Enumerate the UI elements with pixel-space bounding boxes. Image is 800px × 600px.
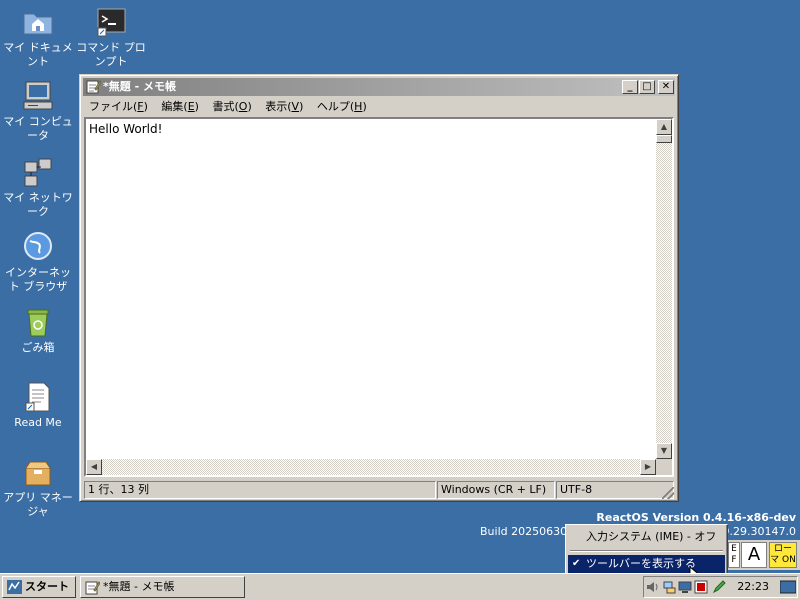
desktop-icon-recycle-bin[interactable]: ごみ箱 <box>0 306 76 355</box>
version-line-2-left: Build 20250630-0 <box>480 525 579 538</box>
start-label: スタート <box>25 580 69 593</box>
desktop-icon-my-computer[interactable]: マイ コンピュータ <box>0 80 76 143</box>
vertical-scrollbar[interactable]: ▲ ▼ <box>656 119 672 459</box>
status-bar: 1 行、13 列 Windows (CR + LF) UTF-8 <box>84 481 674 499</box>
desktop-icon-my-network[interactable]: マイ ネットワーク <box>0 156 76 219</box>
taskbar-item-label: *無題 - メモ帳 <box>103 580 175 593</box>
vertical-scroll-thumb[interactable] <box>656 135 672 143</box>
pen-icon[interactable] <box>712 580 726 594</box>
window-title: *無題 - メモ帳 <box>103 80 176 93</box>
my-computer-icon <box>22 80 54 112</box>
readme-document-icon <box>22 381 54 413</box>
ef-mode-button[interactable]: E F <box>728 542 740 568</box>
menu-format-accel: O <box>238 100 248 113</box>
desktop-icon-command-prompt[interactable]: コマンド プロンプト <box>73 6 149 69</box>
network-status-icon[interactable] <box>662 580 676 594</box>
desktop-icon-label: アプリ マネージャ <box>3 491 73 518</box>
minimize-icon: _ <box>627 81 633 92</box>
menu-edit-accel: E <box>187 100 195 113</box>
version-line-2-right: 9.29.30147.0 <box>722 525 796 538</box>
desktop-icon-label: マイ ネットワーク <box>3 191 73 218</box>
romaji-on-label: ローマ ON <box>770 544 796 565</box>
text-editor[interactable]: Hello World! ▲ ▼ ◀ ▶ <box>84 117 674 477</box>
menu-view[interactable]: 表示(V) <box>259 97 307 116</box>
scroll-down-button[interactable]: ▼ <box>656 443 672 459</box>
menu-help[interactable]: ヘルプ(H) <box>311 97 371 116</box>
status-encoding: UTF-8 <box>556 481 674 499</box>
version-line-1: ReactOS Version 0.4.16-x86-dev <box>596 511 796 524</box>
status-cursor-position: 1 行、13 列 <box>84 481 436 499</box>
recycle-bin-icon <box>22 306 54 338</box>
menu-edit-label: 編集 <box>161 100 184 113</box>
scroll-up-button[interactable]: ▲ <box>656 119 672 135</box>
scroll-left-button[interactable]: ◀ <box>86 459 102 475</box>
desktop-icon-my-documents[interactable]: マイ ドキュメント <box>0 6 76 69</box>
desktop-icon-app-manager[interactable]: アプリ マネージャ <box>0 456 76 519</box>
menu-file-accel: F <box>137 100 144 113</box>
editor-content[interactable]: Hello World! <box>89 122 162 136</box>
ime-icon[interactable] <box>694 580 708 594</box>
command-prompt-icon <box>95 6 127 38</box>
desktop-icon-label: Read Me <box>14 416 62 429</box>
menu-item-input-system[interactable]: 入力システム (IME) - オフ <box>568 528 725 546</box>
menu-separator <box>570 550 723 552</box>
maximize-button[interactable]: □ <box>639 80 655 94</box>
clock[interactable]: 22:23 <box>737 577 769 597</box>
show-desktop-icon[interactable] <box>779 580 797 594</box>
romaji-on-button[interactable]: ローマ ON <box>769 542 797 568</box>
notepad-icon <box>85 580 101 600</box>
menu-edit[interactable]: 編集(E) <box>155 97 203 116</box>
ef-mode-label: E F <box>731 544 737 565</box>
scrollbar-corner <box>656 459 672 475</box>
title-bar[interactable]: *無題 - メモ帳 _ □ ✕ <box>83 78 675 96</box>
menu-item-label: 入力システム (IME) - オフ <box>586 530 717 543</box>
language-bar: E F A ローマ ON <box>728 540 800 570</box>
menu-format-label: 書式 <box>212 100 235 113</box>
my-documents-folder-icon <box>22 6 54 38</box>
desktop-icon-label: コマンド プロンプト <box>76 41 146 68</box>
desktop-icon-readme[interactable]: Read Me <box>0 381 76 430</box>
menu-bar: ファイル(F) 編集(E) 書式(O) 表示(V) ヘルプ(H) <box>83 97 675 116</box>
close-button[interactable]: ✕ <box>658 80 674 94</box>
menu-format[interactable]: 書式(O) <box>206 97 255 116</box>
input-a-button[interactable]: A <box>741 542 767 568</box>
maximize-icon: □ <box>642 81 652 92</box>
resize-grip[interactable] <box>662 487 674 499</box>
menu-help-accel: H <box>354 100 363 113</box>
menu-file[interactable]: ファイル(F) <box>83 97 152 116</box>
display-icon[interactable] <box>678 580 692 594</box>
status-line-ending: Windows (CR + LF) <box>437 481 555 499</box>
desktop-icon-label: ごみ箱 <box>21 341 55 354</box>
taskbar: スタート *無題 - メモ帳 22:23 <box>0 573 800 600</box>
menu-view-label: 表示 <box>265 100 288 113</box>
input-a-label: A <box>747 544 761 565</box>
menu-item-label: ツールバーを表示する <box>586 557 696 570</box>
close-icon: ✕ <box>661 81 671 92</box>
minimize-button[interactable]: _ <box>622 80 638 94</box>
ime-context-menu: 入力システム (IME) - オフ ✔ ツールバーを表示する <box>565 524 728 576</box>
checkmark-icon: ✔ <box>572 558 581 569</box>
menu-file-label: ファイル <box>89 100 133 113</box>
taskbar-item-notepad[interactable]: *無題 - メモ帳 <box>80 576 245 598</box>
menu-help-label: ヘルプ <box>316 100 350 113</box>
desktop-icon-label: マイ ドキュメント <box>3 41 73 68</box>
start-button[interactable]: スタート <box>2 576 76 598</box>
menu-view-accel: V <box>291 100 300 113</box>
app-manager-icon <box>22 456 54 488</box>
system-tray: 22:23 <box>643 576 798 598</box>
internet-browser-icon <box>22 231 54 263</box>
start-logo-icon <box>7 580 22 600</box>
notepad-window[interactable]: *無題 - メモ帳 _ □ ✕ ファイル(F) 編集(E) 書式(O) 表示(V… <box>79 74 679 502</box>
my-network-icon <box>22 156 54 188</box>
horizontal-scrollbar[interactable]: ◀ ▶ <box>86 459 656 475</box>
desktop-icon-label: インターネット ブラウザ <box>5 266 71 293</box>
notepad-icon <box>86 79 102 94</box>
desktop-icon-internet-browser[interactable]: インターネット ブラウザ <box>0 231 76 294</box>
scroll-right-button[interactable]: ▶ <box>640 459 656 475</box>
desktop-icon-label: マイ コンピュータ <box>3 115 73 142</box>
volume-icon[interactable] <box>646 580 660 594</box>
